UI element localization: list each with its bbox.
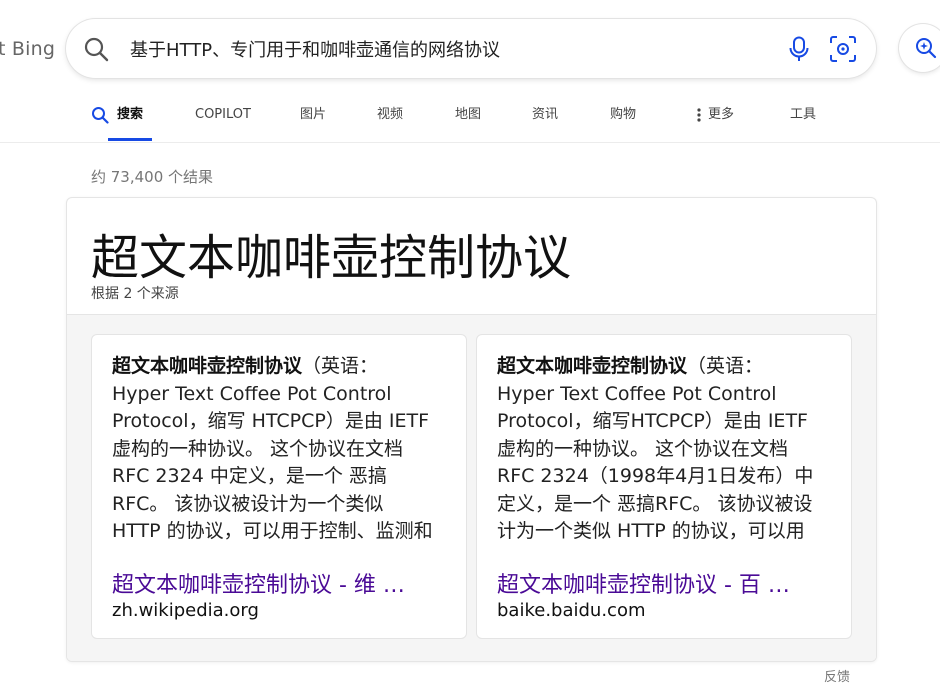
tab-tools[interactable]: 工具	[790, 106, 816, 136]
source-domain: baike.baidu.com	[497, 600, 646, 621]
tab-label: 地图	[455, 107, 482, 122]
source-card-baidu[interactable]: 超文本咖啡壶控制协议（英语：Hyper Text Coffee Pot Cont…	[476, 334, 852, 639]
tab-copilot[interactable]: COPILOT	[195, 106, 251, 136]
snippet-bold-term: 超文本咖啡壶控制协议	[112, 355, 303, 377]
source-domain: zh.wikipedia.org	[112, 600, 259, 621]
search-input[interactable]: 基于HTTP、专门用于和咖啡壶通信的网络协议	[130, 36, 500, 62]
tab-news[interactable]: 资讯	[532, 106, 558, 136]
microphone-icon[interactable]	[788, 36, 810, 62]
source-snippet: 超文本咖啡壶控制协议（英语：Hyper Text Coffee Pot Cont…	[112, 353, 434, 547]
source-snippet: 超文本咖啡壶控制协议（英语：Hyper Text Coffee Pot Cont…	[497, 353, 819, 547]
search-tabs: 搜索 COPILOT 图片 视频 地图 资讯 购物 更多 工具	[0, 96, 940, 143]
source-link[interactable]: 超文本咖啡壶控制协议 - 维 …	[112, 567, 442, 599]
tab-shopping[interactable]: 购物	[610, 106, 636, 136]
source-card-wikipedia[interactable]: 超文本咖啡壶控制协议（英语：Hyper Text Coffee Pot Cont…	[91, 334, 467, 639]
bing-logo-text[interactable]: t Bing	[0, 38, 55, 60]
search-icon[interactable]	[83, 36, 109, 62]
snippet-text: （英语：Hyper Text Coffee Pot Control Protoc…	[497, 355, 814, 542]
copilot-search-icon	[916, 38, 937, 59]
tab-images[interactable]: 图片	[300, 106, 326, 136]
tab-label: 购物	[610, 107, 637, 122]
active-tab-indicator	[108, 138, 153, 141]
snippet-text: （英语：Hyper Text Coffee Pot Control Protoc…	[112, 355, 433, 542]
tab-search[interactable]: 搜索	[92, 106, 153, 141]
snippet-bold-term: 超文本咖啡壶控制协议	[497, 355, 688, 377]
answer-title: 超文本咖啡壶控制协议	[91, 230, 572, 286]
search-icon	[92, 107, 109, 124]
feedback-link[interactable]: 反馈	[824, 666, 850, 685]
search-box[interactable]: 基于HTTP、专门用于和咖啡壶通信的网络协议	[66, 19, 876, 78]
tab-label: 工具	[790, 107, 817, 122]
copilot-search-button[interactable]	[899, 24, 940, 72]
tab-label: 视频	[377, 107, 404, 122]
tab-more[interactable]: 更多	[697, 106, 735, 136]
source-link[interactable]: 超文本咖啡壶控制协议 - 百 …	[497, 567, 827, 599]
tab-label: 资讯	[532, 107, 559, 122]
answer-card: 超文本咖啡壶控制协议 根据 2 个来源 超文本咖啡壶控制协议（英语：Hyper …	[66, 197, 877, 662]
tab-maps[interactable]: 地图	[455, 106, 481, 136]
visual-search-icon[interactable]	[829, 35, 857, 63]
tab-label: 图片	[300, 107, 327, 122]
tab-videos[interactable]: 视频	[377, 106, 403, 136]
more-vertical-icon	[697, 108, 701, 122]
result-count: 约 73,400 个结果	[91, 168, 214, 186]
bing-results-page: t Bing 基于HTTP、专门用于和咖啡壶通信的网络协议 搜索 COPILOT…	[0, 0, 940, 695]
answer-source-count: 根据 2 个来源	[91, 286, 179, 302]
tab-label: COPILOT	[195, 107, 251, 122]
tab-label: 更多	[708, 107, 735, 122]
tab-label: 搜索	[117, 107, 144, 122]
